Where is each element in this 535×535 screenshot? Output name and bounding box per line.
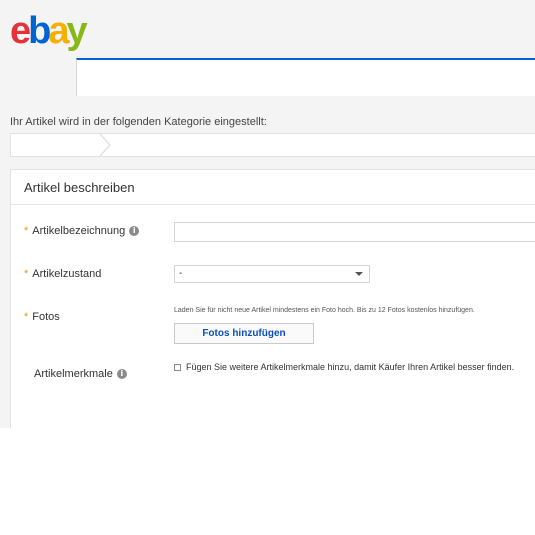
condition-select[interactable]: -: [174, 265, 370, 283]
condition-selected-value: -: [179, 268, 183, 279]
logo-letter: a: [48, 10, 69, 52]
info-icon[interactable]: i: [129, 226, 140, 237]
photos-label: * Fotos: [24, 311, 60, 323]
category-breadcrumb-bar[interactable]: [10, 133, 535, 157]
page-screen: ebay Ihr Artikel wird in der folgenden K…: [0, 0, 535, 428]
caret-down-icon: [355, 272, 363, 276]
info-icon[interactable]: i: [116, 369, 127, 380]
panel-title: Artikel beschreiben: [24, 180, 135, 195]
item-title-label: * Artikelbezeichnung i: [24, 225, 140, 237]
chevron-right-icon: [99, 134, 111, 156]
category-intro: Ihr Artikel wird in der folgenden Katego…: [10, 116, 267, 128]
logo-letter: y: [66, 10, 88, 52]
condition-label-text: Artikelzustand: [32, 268, 102, 280]
required-marker: *: [24, 311, 29, 323]
required-marker: *: [24, 268, 29, 280]
required-marker: *: [24, 225, 29, 237]
add-photos-button[interactable]: Fotos hinzufügen: [174, 323, 314, 344]
condition-label: * Artikelzustand: [24, 268, 101, 280]
item-specifics-label: Artikelmerkmale i: [34, 368, 127, 380]
add-specifics-checkbox[interactable]: [174, 364, 181, 371]
item-specifics-label-text: Artikelmerkmale: [34, 368, 113, 380]
photos-hint: Laden Sie für nicht neue Artikel mindest…: [174, 307, 475, 314]
item-title-input[interactable]: [174, 222, 535, 242]
item-title-label-text: Artikelbezeichnung: [32, 225, 126, 237]
describe-item-panel: [10, 169, 535, 428]
add-specifics-checkbox-label[interactable]: Fügen Sie weitere Artikelmerkmale hinzu,…: [186, 362, 514, 372]
photos-label-text: Fotos: [32, 311, 60, 323]
ebay-logo[interactable]: ebay: [10, 8, 88, 54]
search-input[interactable]: [76, 58, 535, 96]
logo-letter: b: [28, 10, 51, 52]
logo-letter: e: [10, 10, 31, 52]
divider: [10, 204, 535, 205]
